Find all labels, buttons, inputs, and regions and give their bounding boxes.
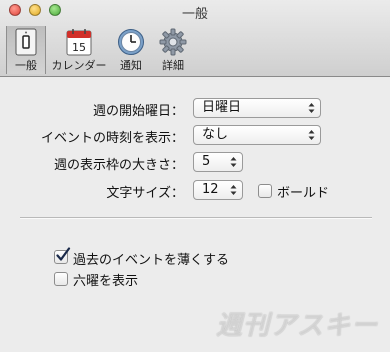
font-size-value: 12 [202,182,219,197]
bold-label: ボールド [277,186,330,201]
week-start-value: 日曜日 [202,100,242,115]
checkmark-icon [56,247,71,261]
popup-arrows-icon [230,185,237,195]
event-time-popup[interactable]: なし [193,125,321,145]
toolbar-general-label: 一般 [15,59,37,72]
toolbar-calendar-label: カレンダー [51,59,107,72]
week-size-value: 5 [202,154,211,169]
window-title: 一般 [181,7,208,22]
watermark-logo: 週刊アスキー [215,311,378,341]
toolbar-advanced-label: 詳細 [162,59,184,72]
popup-arrows-icon [308,103,315,113]
general-switch-icon [15,28,37,56]
font-size-popup[interactable]: 12 [193,180,243,200]
week-start-popup[interactable]: 日曜日 [193,98,321,118]
calendar-icon: 15 [66,29,92,56]
toolbar-calendar[interactable]: 15 カレンダー [50,26,108,74]
fade-past-events-label: 過去のイベントを薄くする [73,253,230,268]
divider [20,217,372,219]
event-time-value: なし [202,127,229,142]
gear-icon [159,28,187,56]
toolbar: 一般 一般 15 カレンダー 通知 詳細 [0,0,390,77]
rokuyo-checkbox[interactable] [54,272,68,286]
clock-icon [118,29,144,55]
week-start-label: 週の開始曜日： [92,104,184,119]
week-size-popup[interactable]: 5 [193,152,243,172]
general-settings-panel: 週の開始曜日： 日曜日 イベントの時刻を表示： なし 週の表示枠の大きさ： 5 … [0,77,390,352]
font-size-label: 文字サイズ： [106,186,184,201]
toolbar-notifications[interactable]: 通知 [114,26,148,74]
bold-checkbox[interactable] [258,184,272,198]
popup-arrows-icon [230,157,237,167]
preferences-window: 一般 一般 15 カレンダー 通知 詳細 週の開始曜日： 日曜日 イベントの時刻… [0,0,390,352]
toolbar-advanced[interactable]: 詳細 [156,26,190,74]
rokuyo-label: 六曜を表示 [73,274,139,289]
event-time-label: イベントの時刻を表示： [40,131,184,146]
week-size-label: 週の表示枠の大きさ： [53,158,184,173]
title-bar: 一般 [0,0,390,22]
calendar-day-text: 15 [72,41,86,54]
toolbar-general[interactable]: 一般 [6,26,46,74]
toolbar-notifications-label: 通知 [120,59,142,72]
popup-arrows-icon [308,130,315,140]
fade-past-events-checkbox[interactable] [54,247,71,264]
